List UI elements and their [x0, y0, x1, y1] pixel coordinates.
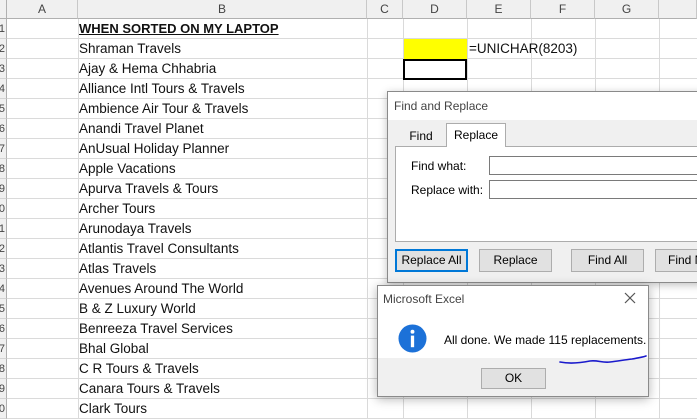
pen-underline-scribble	[559, 355, 647, 364]
table-cell[interactable]: Atlantis Travel Consultants	[79, 239, 239, 259]
table-cell[interactable]: Shraman Travels	[79, 39, 181, 59]
column-header-a[interactable]: A	[7, 0, 78, 19]
table-cell[interactable]: B & Z Luxury World	[79, 299, 196, 319]
row-header[interactable]: 9	[0, 179, 7, 199]
replace-with-label: Replace with:	[411, 183, 484, 197]
row-number: 6	[0, 119, 5, 138]
table-cell[interactable]: Atlas Travels	[79, 259, 156, 279]
row-number: 20	[0, 399, 5, 418]
table-cell[interactable]: Anandi Travel Planet	[79, 119, 204, 139]
row-header[interactable]: 18	[0, 359, 7, 379]
ok-button[interactable]: OK	[481, 368, 546, 389]
replace-all-button[interactable]: Replace All	[395, 249, 468, 272]
row-number: 5	[0, 99, 5, 118]
row-number: 12	[0, 239, 5, 258]
table-cell[interactable]: Archer Tours	[79, 199, 155, 219]
row-header[interactable]: 11	[0, 219, 7, 239]
table-cell[interactable]: C R Tours & Travels	[79, 359, 199, 379]
close-icon[interactable]	[622, 290, 638, 306]
message-box-title: Microsoft Excel	[383, 292, 465, 306]
tab-find[interactable]: Find	[396, 125, 446, 147]
row-header[interactable]: 2	[0, 39, 7, 59]
row-number: 11	[0, 219, 5, 238]
row-header[interactable]: 1	[0, 19, 7, 39]
column-header-f[interactable]: F	[531, 0, 595, 19]
row-number: 8	[0, 159, 5, 178]
row-number: 15	[0, 299, 5, 318]
select-all-corner[interactable]	[0, 0, 7, 19]
table-cell[interactable]: Alliance Intl Tours & Travels	[79, 79, 245, 99]
cell-e2-text[interactable]: =UNICHAR(8203)	[469, 39, 577, 59]
row-number: 14	[0, 279, 5, 298]
table-cell[interactable]: Arunodaya Travels	[79, 219, 192, 239]
row-number: 9	[0, 179, 5, 198]
replace-button[interactable]: Replace	[479, 249, 552, 272]
find-all-button[interactable]: Find All	[571, 249, 644, 272]
row-header[interactable]: 8	[0, 159, 7, 179]
info-icon	[398, 324, 427, 353]
find-replace-title: Find and Replace	[394, 99, 489, 113]
column-header-e[interactable]: E	[467, 0, 531, 19]
cell-d2-highlight[interactable]	[404, 39, 467, 59]
row-header[interactable]: 16	[0, 319, 7, 339]
row-number: 16	[0, 319, 5, 338]
row-header[interactable]: 5	[0, 99, 7, 119]
row-number: 4	[0, 79, 5, 98]
row-header[interactable]: 14	[0, 279, 7, 299]
active-cell-d3[interactable]	[403, 59, 467, 80]
message-text: All done. We made 115 replacements.	[444, 333, 647, 347]
table-cell[interactable]: Ambience Air Tour & Travels	[79, 99, 248, 119]
find-what-input[interactable]	[489, 156, 697, 175]
row-header[interactable]: 3	[0, 59, 7, 79]
row-header[interactable]: 10	[0, 199, 7, 219]
tab-replace[interactable]: Replace	[446, 123, 506, 147]
row-number: 18	[0, 359, 5, 378]
table-cell[interactable]: Avenues Around The World	[79, 279, 243, 299]
row-number: 17	[0, 339, 5, 358]
find-replace-titlebar[interactable]: Find and Replace	[388, 92, 697, 120]
row-header[interactable]: 15	[0, 299, 7, 319]
column-header-h[interactable]	[659, 0, 697, 19]
row-header[interactable]: 7	[0, 139, 7, 159]
find-what-label: Find what:	[411, 159, 467, 173]
row-header[interactable]: 17	[0, 339, 7, 359]
table-cell[interactable]: Bhal Global	[79, 339, 149, 359]
replace-tab-panel: Find what: Replace with:	[395, 146, 697, 242]
row-number: 2	[0, 39, 5, 58]
table-cell[interactable]: Apple Vacations	[79, 159, 176, 179]
column-header-d[interactable]: D	[403, 0, 467, 19]
excel-message-box: Microsoft Excel All done. We made 115 re…	[377, 285, 649, 397]
row-number: 3	[0, 59, 5, 78]
table-cell[interactable]: Canara Tours & Travels	[79, 379, 220, 399]
find-next-button[interactable]: Find Next	[655, 249, 697, 272]
column-header-g[interactable]: G	[595, 0, 659, 19]
table-cell[interactable]: Apurva Travels & Tours	[79, 179, 218, 199]
replace-with-input[interactable]	[489, 180, 697, 199]
row-header[interactable]: 13	[0, 259, 7, 279]
find-replace-dialog: Find and Replace Find Find what: Replace…	[387, 91, 697, 283]
row-number: 10	[0, 199, 5, 218]
row-header[interactable]: 20	[0, 399, 7, 419]
row-header[interactable]: 4	[0, 79, 7, 99]
table-cell[interactable]: AnUsual Holiday Planner	[79, 139, 229, 159]
row-number: 19	[0, 379, 5, 398]
table-cell[interactable]: Clark Tours	[79, 399, 147, 419]
row-header[interactable]: 12	[0, 239, 7, 259]
column-header-b[interactable]: B	[78, 0, 367, 19]
table-cell[interactable]: Benreeza Travel Services	[79, 319, 233, 339]
table-cell[interactable]: Ajay & Hema Chhabria	[79, 59, 216, 79]
message-box-titlebar[interactable]: Microsoft Excel	[378, 286, 648, 312]
column-header-c[interactable]: C	[367, 0, 403, 19]
gridline	[367, 19, 368, 419]
row-number: 1	[0, 19, 5, 38]
row-number: 13	[0, 259, 5, 278]
header-cell[interactable]: WHEN SORTED ON MY LAPTOP	[79, 19, 279, 39]
row-number: 7	[0, 139, 5, 158]
message-box-body: All done. We made 115 replacements.	[378, 312, 648, 364]
row-header[interactable]: 6	[0, 119, 7, 139]
row-header[interactable]: 19	[0, 379, 7, 399]
